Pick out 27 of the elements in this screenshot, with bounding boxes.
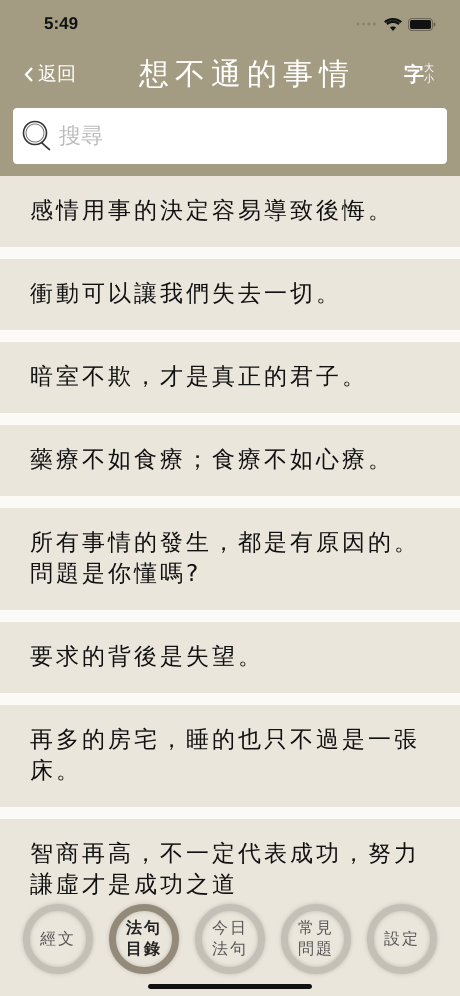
item-text: 智商再高，不一定代表成功，努力謙虛才是成功之道 <box>30 840 420 900</box>
tab-button[interactable]: 設定 <box>367 904 437 974</box>
item-text: 再多的房宅，睡的也只不過是一張床。 <box>30 726 420 786</box>
tab-button[interactable]: 經文 <box>23 904 93 974</box>
search-field[interactable]: 搜尋 <box>13 108 447 164</box>
list-item[interactable]: 再多的房宅，睡的也只不過是一張床。 <box>0 705 460 807</box>
item-text: 感情用事的決定容易導致後悔。 <box>30 197 395 226</box>
item-text: 要求的背後是失望。 <box>30 643 265 672</box>
list-item[interactable]: 要求的背後是失望。 <box>0 622 460 693</box>
tab-button[interactable]: 常見問題 <box>281 904 351 974</box>
list-item[interactable]: 藥療不如食療；食療不如心療。 <box>0 425 460 496</box>
list-item[interactable]: 衝動可以讓我們失去一切。 <box>0 259 460 330</box>
tab-button[interactable]: 法句目錄 <box>109 904 179 974</box>
list-item[interactable]: 暗室不欺，才是真正的君子。 <box>0 342 460 413</box>
item-text: 暗室不欺，才是真正的君子。 <box>30 363 369 392</box>
tab-button[interactable]: 今日法句 <box>195 904 265 974</box>
list-item[interactable]: 所有事情的發生，都是有原因的。問題是你懂嗎? <box>0 508 460 610</box>
item-text: 所有事情的發生，都是有原因的。問題是你懂嗎? <box>30 529 420 589</box>
battery-icon <box>408 18 436 30</box>
list-item[interactable]: 感情用事的決定容易導致後悔。 <box>0 176 460 247</box>
list-item[interactable]: 智商再高，不一定代表成功，努力謙虛才是成功之道 <box>0 819 460 900</box>
chevron-left-icon <box>24 66 34 82</box>
item-text: 藥療不如食療；食療不如心療。 <box>30 446 395 475</box>
wifi-icon <box>384 18 402 30</box>
page-title: 想不通的事情 <box>139 56 355 94</box>
item-text: 衝動可以讓我們失去一切。 <box>30 280 343 309</box>
status-time: 5:49 <box>44 14 78 34</box>
